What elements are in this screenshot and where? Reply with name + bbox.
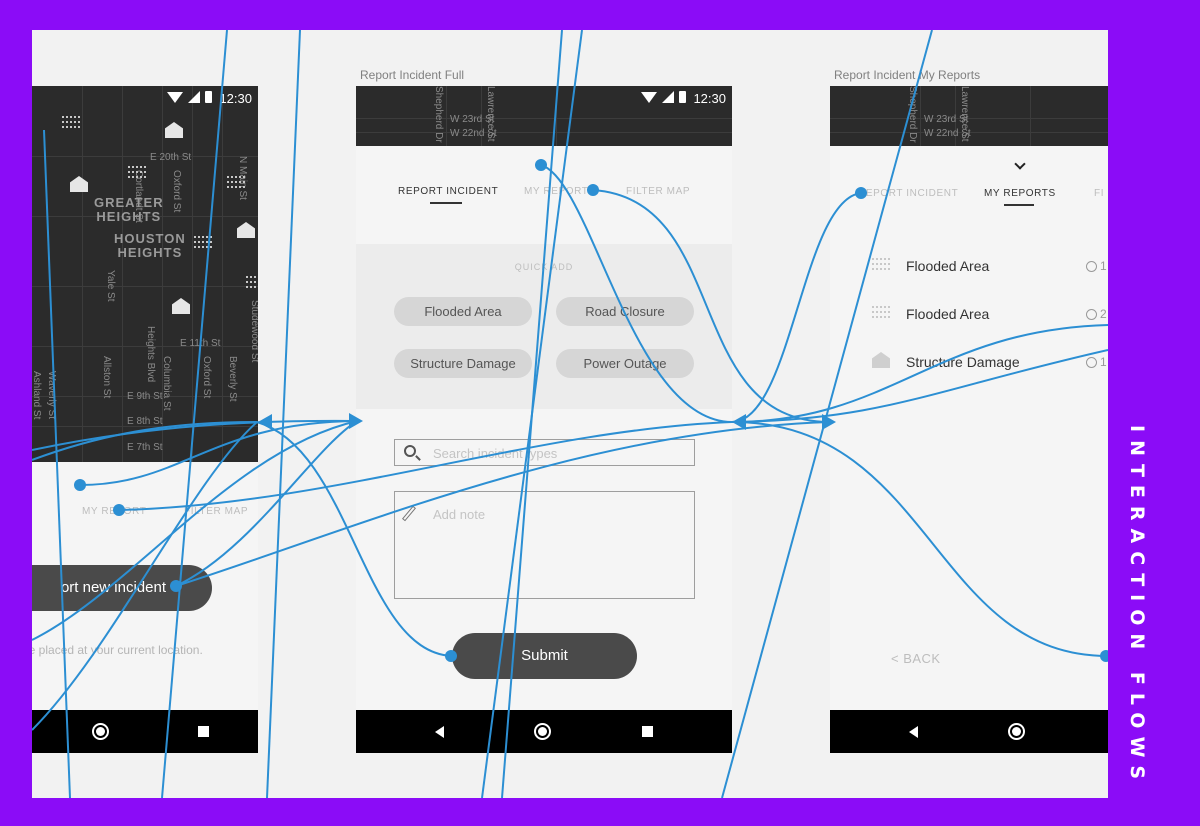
flow-arrowhead	[349, 413, 363, 429]
artboard-canvas: E 20th St E 11th St E 9th St E 8th St E …	[32, 30, 1108, 798]
flow-node	[587, 184, 599, 196]
flow-node	[1100, 650, 1108, 662]
flow-line	[79, 420, 358, 486]
flow-node	[113, 504, 125, 516]
interaction-flow-overlay	[32, 30, 1108, 798]
flow-line	[501, 30, 563, 798]
flow-line	[43, 129, 71, 798]
flow-node	[445, 650, 457, 662]
flow-line	[161, 30, 228, 798]
flow-arrowhead	[732, 414, 746, 430]
flow-node	[170, 580, 182, 592]
flow-line	[266, 30, 301, 798]
flow-line	[256, 421, 452, 657]
flow-line	[731, 421, 1108, 657]
flow-node	[855, 187, 867, 199]
flow-line	[731, 349, 1108, 423]
flow-line	[175, 420, 358, 587]
flow-line	[32, 420, 358, 641]
flow-line	[32, 419, 358, 451]
flow-arrowhead	[258, 414, 272, 430]
flow-line	[118, 421, 733, 511]
interaction-flows-label: INTERACTION FLOWS	[1126, 425, 1148, 788]
flow-line	[32, 421, 258, 461]
flow-node	[535, 159, 547, 171]
flow-node	[74, 479, 86, 491]
flow-line	[721, 30, 933, 798]
flow-line	[592, 189, 831, 423]
